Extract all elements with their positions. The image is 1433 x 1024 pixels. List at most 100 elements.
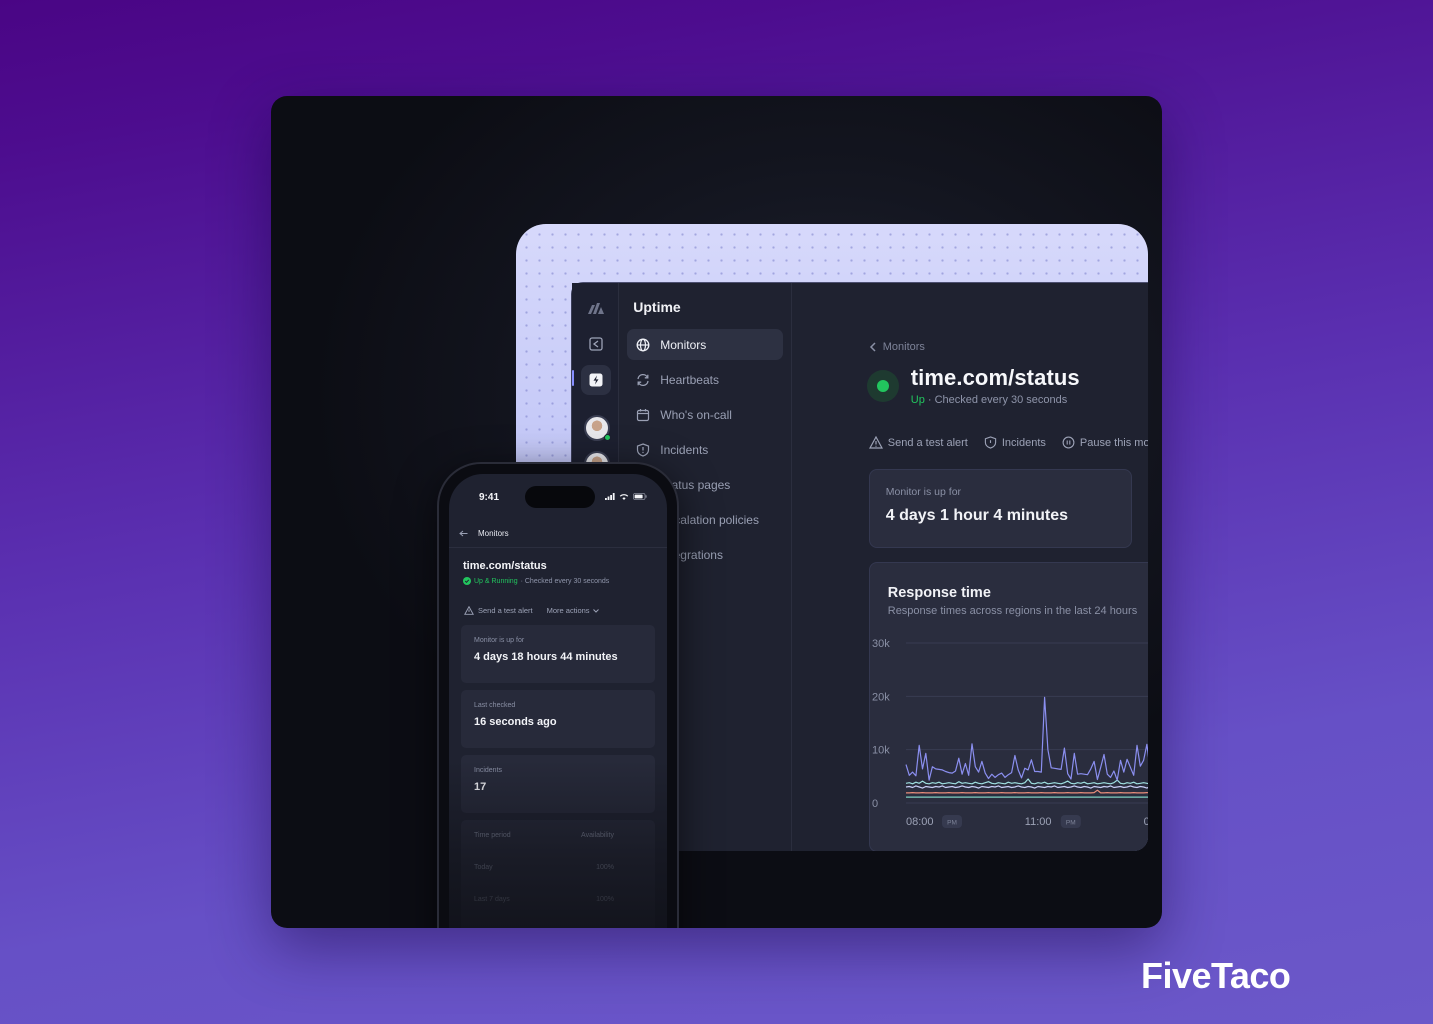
section-title: Uptime [633,299,681,315]
table-cell: 100% [596,864,614,871]
card-label: Incidents [474,767,503,774]
logo-icon[interactable] [581,293,611,323]
uptime-card: Monitor is up for 4 days 1 hour 4 minute… [868,469,1132,548]
phone-more-actions-button[interactable]: More actions [547,606,599,615]
active-indicator [572,370,574,386]
lightning-icon[interactable] [581,365,611,395]
phone-nav-bar: Monitors [449,520,667,548]
phone-action-bar: Send a test alert More actions [464,606,655,615]
availability-table: Time period Availability Today 100% Last… [461,820,655,928]
sidebar-item-label: Incidents [660,442,709,457]
series-line-region-c [905,785,1148,789]
card-value: 16 seconds ago [474,716,557,728]
card-label: Monitor is up for [474,637,525,644]
monitor-subtitle: Up · Checked every 30 seconds [911,394,1080,406]
table-row: Today 100% [474,864,614,896]
sidebar-item-label: Monitors [660,337,707,352]
y-tick-label: 20k [872,691,890,703]
response-time-chart: 010k20k30k08:00PM11:00PM02:00AM [872,638,1148,828]
battery-icon [633,493,647,500]
user-avatar[interactable] [584,415,611,441]
monitor-title: time.com/status [910,365,1080,390]
x-tick-label: 11:00 [1025,816,1052,828]
phone-check-interval: · Checked every 30 seconds [520,577,610,585]
phone-monitor-subtitle: Up & Running · Checked every 30 seconds [463,577,655,585]
dynamic-island [525,486,595,508]
uptime-label: Monitor is up for [885,486,962,498]
sidebar-item-heartbeats[interactable]: Heartbeats [627,364,783,395]
online-status-dot [604,434,611,441]
sidebar-item-incidents[interactable]: Incidents [627,434,783,465]
phone-uptime-card: Monitor is up for 4 days 18 hours 44 min… [461,625,655,683]
signal-icon [605,493,615,500]
sidebar-item-monitors[interactable]: Monitors [627,329,783,360]
globe-icon [636,338,650,351]
action-bar: Send a test alert Incidents Pause this m… [868,436,1148,449]
action-label: Incidents [1001,436,1046,449]
status-text: Up [910,394,925,406]
status-bar-time: 9:41 [479,492,500,503]
card-value: 4 days 18 hours 44 minutes [474,651,618,663]
warning-triangle-icon [464,606,474,615]
table-cell: Today [474,864,493,871]
phone-send-test-alert-button[interactable]: Send a test alert [464,606,533,615]
pause-circle-icon [1062,436,1075,449]
column-header: Time period [474,832,511,839]
y-tick-label: 10k [872,745,890,757]
y-tick-label: 0 [872,798,878,810]
phone-incidents-card: Incidents 17 [461,755,655,813]
response-time-card: Response time Response times across regi… [868,562,1148,851]
brand-logo: FiveTaco [1141,955,1291,996]
y-tick-label: 30k [872,638,890,650]
action-label: More actions [546,606,590,615]
incident-board-icon[interactable] [581,329,611,359]
calendar-icon [637,408,650,421]
table-header: Time period Availability [474,832,614,864]
table-row: Last 7 days 100% [474,896,614,928]
back-arrow-icon[interactable] [459,530,468,537]
monitor-header: time.com/status Up · Checked every 30 se… [866,365,1148,406]
pause-monitor-button[interactable]: Pause this monitor [1062,436,1148,449]
sidebar-item-label: Heartbeats [660,372,719,387]
x-tick-label: 08:00 [906,816,934,828]
check-circle-icon [463,577,471,585]
shield-alert-icon [637,442,650,457]
sidebar-item-on-call[interactable]: Who's on-call [627,399,783,430]
column-header: Availability [581,832,614,839]
phone-mockup: 9:41 Monitors time.com/status Up & Runni… [437,462,679,928]
sidebar-item-label: Who's on-call [660,407,732,422]
incidents-button[interactable]: Incidents [984,436,1046,449]
series-line-region-d [905,789,1148,794]
card-label: Last checked [474,702,516,709]
showcase-card: Uptime Monitors Heartbeats Who's on-call… [271,96,1162,928]
series-line-region-b [905,778,1148,785]
wifi-icon [619,494,629,500]
action-label: Send a test alert [887,436,968,449]
check-interval: · Checked every 30 seconds [924,394,1068,406]
action-label: Pause this monitor [1079,436,1148,449]
monitor-detail: Monitors time.com/status Up · Checked ev… [792,283,1148,851]
breadcrumb[interactable]: Monitors [869,341,1148,353]
warning-triangle-icon [868,436,883,449]
ampm-label: PM [947,820,957,827]
table-cell: Last 7 days [474,896,510,903]
send-test-alert-button[interactable]: Send a test alert [868,436,968,449]
phone-screen: 9:41 Monitors time.com/status Up & Runni… [449,474,667,928]
phone-last-checked-card: Last checked 16 seconds ago [461,690,655,748]
uptime-value: 4 days 1 hour 4 minutes [885,507,1069,524]
phone-nav-title: Monitors [478,529,509,538]
shield-icon [984,436,997,449]
x-tick-label: 02:00 [1143,816,1148,828]
ampm-label: PM [1066,820,1076,827]
chevron-down-icon [592,608,599,613]
series-line-region-a [905,696,1148,781]
status-bar-icons [605,493,647,500]
breadcrumb-label: Monitors [882,341,925,353]
table-cell: 100% [596,896,614,903]
phone-monitor-title: time.com/status [463,560,547,572]
status-indicator [866,369,899,402]
refresh-icon [637,373,649,386]
phone-content: time.com/status Up & Running · Checked e… [461,560,655,928]
phone-status-text: Up & Running [474,577,518,585]
action-label: Send a test alert [478,606,533,615]
